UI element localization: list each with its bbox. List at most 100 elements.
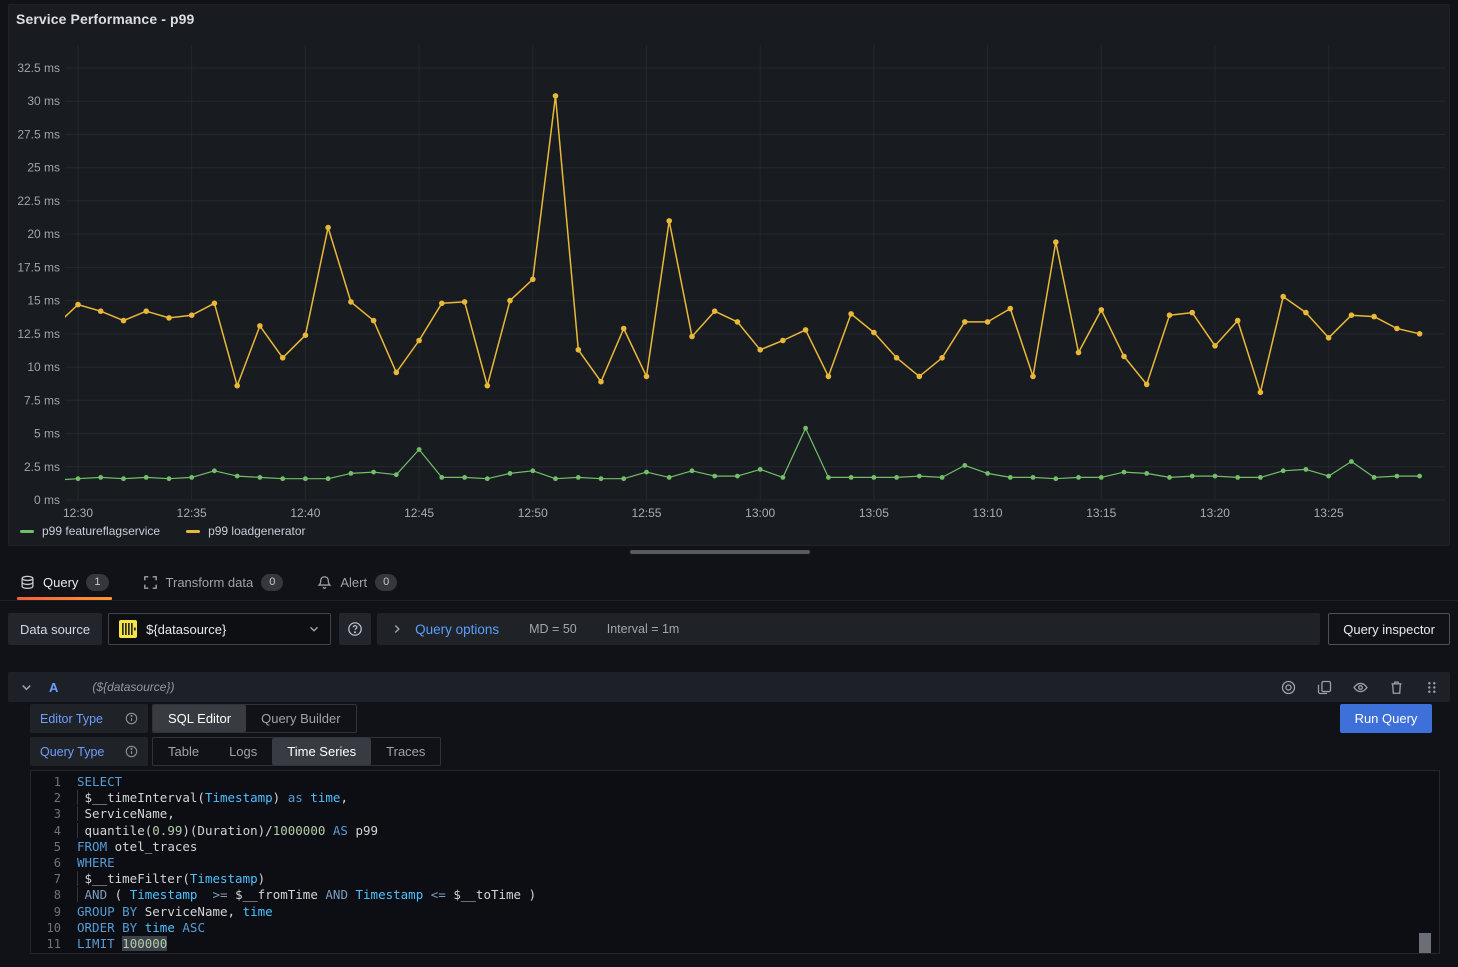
query-row-header[interactable]: A (${datasource}) xyxy=(8,672,1450,702)
svg-text:12:40: 12:40 xyxy=(290,506,320,520)
datasource-picker[interactable]: ${datasource} xyxy=(108,613,331,645)
query-options-bar[interactable]: Query options MD = 50 Interval = 1m xyxy=(377,613,1320,645)
svg-text:32.5 ms: 32.5 ms xyxy=(17,61,60,75)
code-line: 1SELECT xyxy=(31,774,1439,790)
chevron-down-icon xyxy=(308,623,320,635)
chart-legend: p99 featureflagservice p99 loadgenerator xyxy=(20,524,306,538)
tab-label: Query xyxy=(43,575,78,590)
duplicate-query-icon[interactable] xyxy=(1317,680,1332,695)
question-circle-icon xyxy=(347,621,363,637)
query-type-row: Query Type TableLogsTime SeriesTraces xyxy=(30,737,441,766)
delete-query-trash-icon[interactable] xyxy=(1389,680,1404,695)
code-line: 2 $__timeInterval(Timestamp) as time, xyxy=(31,790,1439,806)
code-line: 3 ServiceName, xyxy=(31,806,1439,822)
svg-text:12:35: 12:35 xyxy=(177,506,207,520)
code-line: 9GROUP BY ServiceName, time xyxy=(31,904,1439,920)
code-line: 8 AND ( Timestamp >= $__fromTime AND Tim… xyxy=(31,887,1439,903)
collapse-chevron-icon[interactable] xyxy=(20,681,33,694)
svg-text:2.5 ms: 2.5 ms xyxy=(24,460,60,474)
record-circle-icon[interactable] xyxy=(1281,680,1296,695)
query-options-interval: Interval = 1m xyxy=(607,622,680,636)
svg-text:13:25: 13:25 xyxy=(1314,506,1344,520)
hide-response-eye-icon[interactable] xyxy=(1353,680,1368,695)
svg-text:13:05: 13:05 xyxy=(859,506,889,520)
editor-scrollbar-thumb[interactable] xyxy=(1419,933,1431,953)
query-type-radio-group: TableLogsTime SeriesTraces xyxy=(152,737,441,766)
query-tabbar: Query 1 Transform data 0 Alert 0 xyxy=(0,564,1458,601)
datasource-label: Data source xyxy=(8,613,102,645)
query-type-label: Query Type xyxy=(30,737,148,766)
timeseries-chart[interactable]: 0 ms 2.5 ms 5 ms 7.5 ms 10 ms 12.5 ms 15 ms 17.… xyxy=(0,0,1458,546)
legend-item-featureflagservice[interactable]: p99 featureflagservice xyxy=(20,524,160,538)
legend-item-loadgenerator[interactable]: p99 loadgenerator xyxy=(186,524,305,538)
svg-text:12.5 ms: 12.5 ms xyxy=(17,327,60,341)
svg-text:15 ms: 15 ms xyxy=(27,294,60,308)
info-circle-icon[interactable] xyxy=(125,712,138,725)
svg-text:10 ms: 10 ms xyxy=(27,360,60,374)
svg-text:13:10: 13:10 xyxy=(973,506,1003,520)
clickhouse-logo-icon xyxy=(119,620,137,638)
code-line: 11LIMIT 100000 xyxy=(31,936,1439,952)
legend-swatch-green xyxy=(20,530,34,533)
sql-code-editor[interactable]: 1SELECT2 $__timeInterval(Timestamp) as t… xyxy=(30,770,1440,954)
option-logs[interactable]: Logs xyxy=(214,738,272,765)
tab-label: Transform data xyxy=(166,575,254,590)
query-datasource-hint: (${datasource}) xyxy=(92,680,174,694)
query-ref-id: A xyxy=(49,680,58,695)
code-line: 4 quantile(0.99)(Duration)/1000000 AS p9… xyxy=(31,823,1439,839)
editor-type-row: Editor Type SQL EditorQuery Builder xyxy=(30,704,357,733)
drag-handle-grip-icon[interactable] xyxy=(1425,680,1438,695)
transform-icon xyxy=(143,575,158,590)
svg-text:22.5 ms: 22.5 ms xyxy=(17,194,60,208)
tab-count-badge: 1 xyxy=(86,574,108,591)
svg-text:0 ms: 0 ms xyxy=(34,493,60,507)
sql-code-lines: 1SELECT2 $__timeInterval(Timestamp) as t… xyxy=(31,774,1439,952)
svg-text:13:20: 13:20 xyxy=(1200,506,1230,520)
code-line: 5FROM otel_traces xyxy=(31,839,1439,855)
code-line: 10ORDER BY time ASC xyxy=(31,920,1439,936)
editor-type-label-text: Editor Type xyxy=(40,712,103,726)
svg-text:20 ms: 20 ms xyxy=(27,227,60,241)
database-icon xyxy=(20,575,35,590)
tab-count-badge: 0 xyxy=(261,574,283,591)
tab-transform-data[interactable]: Transform data 0 xyxy=(143,564,284,600)
legend-swatch-yellow xyxy=(186,530,200,533)
query-options-link: Query options xyxy=(415,622,499,637)
svg-text:12:55: 12:55 xyxy=(631,506,661,520)
option-query-builder[interactable]: Query Builder xyxy=(246,705,355,732)
editor-type-label: Editor Type xyxy=(30,704,148,733)
tab-label: Alert xyxy=(340,575,367,590)
svg-text:5 ms: 5 ms xyxy=(34,427,60,441)
run-query-button[interactable]: Run Query xyxy=(1340,704,1432,733)
option-table[interactable]: Table xyxy=(153,738,214,765)
code-line: 6WHERE xyxy=(31,855,1439,871)
datasource-value: ${datasource} xyxy=(146,622,299,637)
tab-query[interactable]: Query 1 xyxy=(20,564,109,600)
svg-text:12:50: 12:50 xyxy=(518,506,548,520)
option-sql-editor[interactable]: SQL Editor xyxy=(153,705,246,732)
svg-text:7.5 ms: 7.5 ms xyxy=(24,393,60,407)
query-options-md: MD = 50 xyxy=(529,622,577,636)
editor-type-radio-group: SQL EditorQuery Builder xyxy=(152,704,357,733)
svg-text:13:00: 13:00 xyxy=(745,506,775,520)
svg-text:12:30: 12:30 xyxy=(63,506,93,520)
tab-alert[interactable]: Alert 0 xyxy=(317,564,397,600)
chevron-right-icon xyxy=(391,623,403,635)
svg-text:12:45: 12:45 xyxy=(404,506,434,520)
legend-label: p99 loadgenerator xyxy=(208,524,305,538)
query-toolbar: Data source ${datasource} xyxy=(8,613,1450,645)
query-type-label-text: Query Type xyxy=(40,745,104,759)
panel-title[interactable]: Service Performance - p99 xyxy=(16,11,194,27)
svg-text:30 ms: 30 ms xyxy=(27,94,60,108)
panel-resize-handle[interactable] xyxy=(630,550,810,554)
info-circle-icon[interactable] xyxy=(125,745,138,758)
option-time-series[interactable]: Time Series xyxy=(272,738,371,765)
datasource-help-button[interactable] xyxy=(339,613,371,645)
svg-text:27.5 ms: 27.5 ms xyxy=(17,127,60,141)
svg-text:17.5 ms: 17.5 ms xyxy=(17,260,60,274)
legend-label: p99 featureflagservice xyxy=(42,524,160,538)
query-inspector-button[interactable]: Query inspector xyxy=(1328,613,1450,645)
bell-icon xyxy=(317,575,332,590)
svg-text:13:15: 13:15 xyxy=(1086,506,1116,520)
option-traces[interactable]: Traces xyxy=(371,738,440,765)
